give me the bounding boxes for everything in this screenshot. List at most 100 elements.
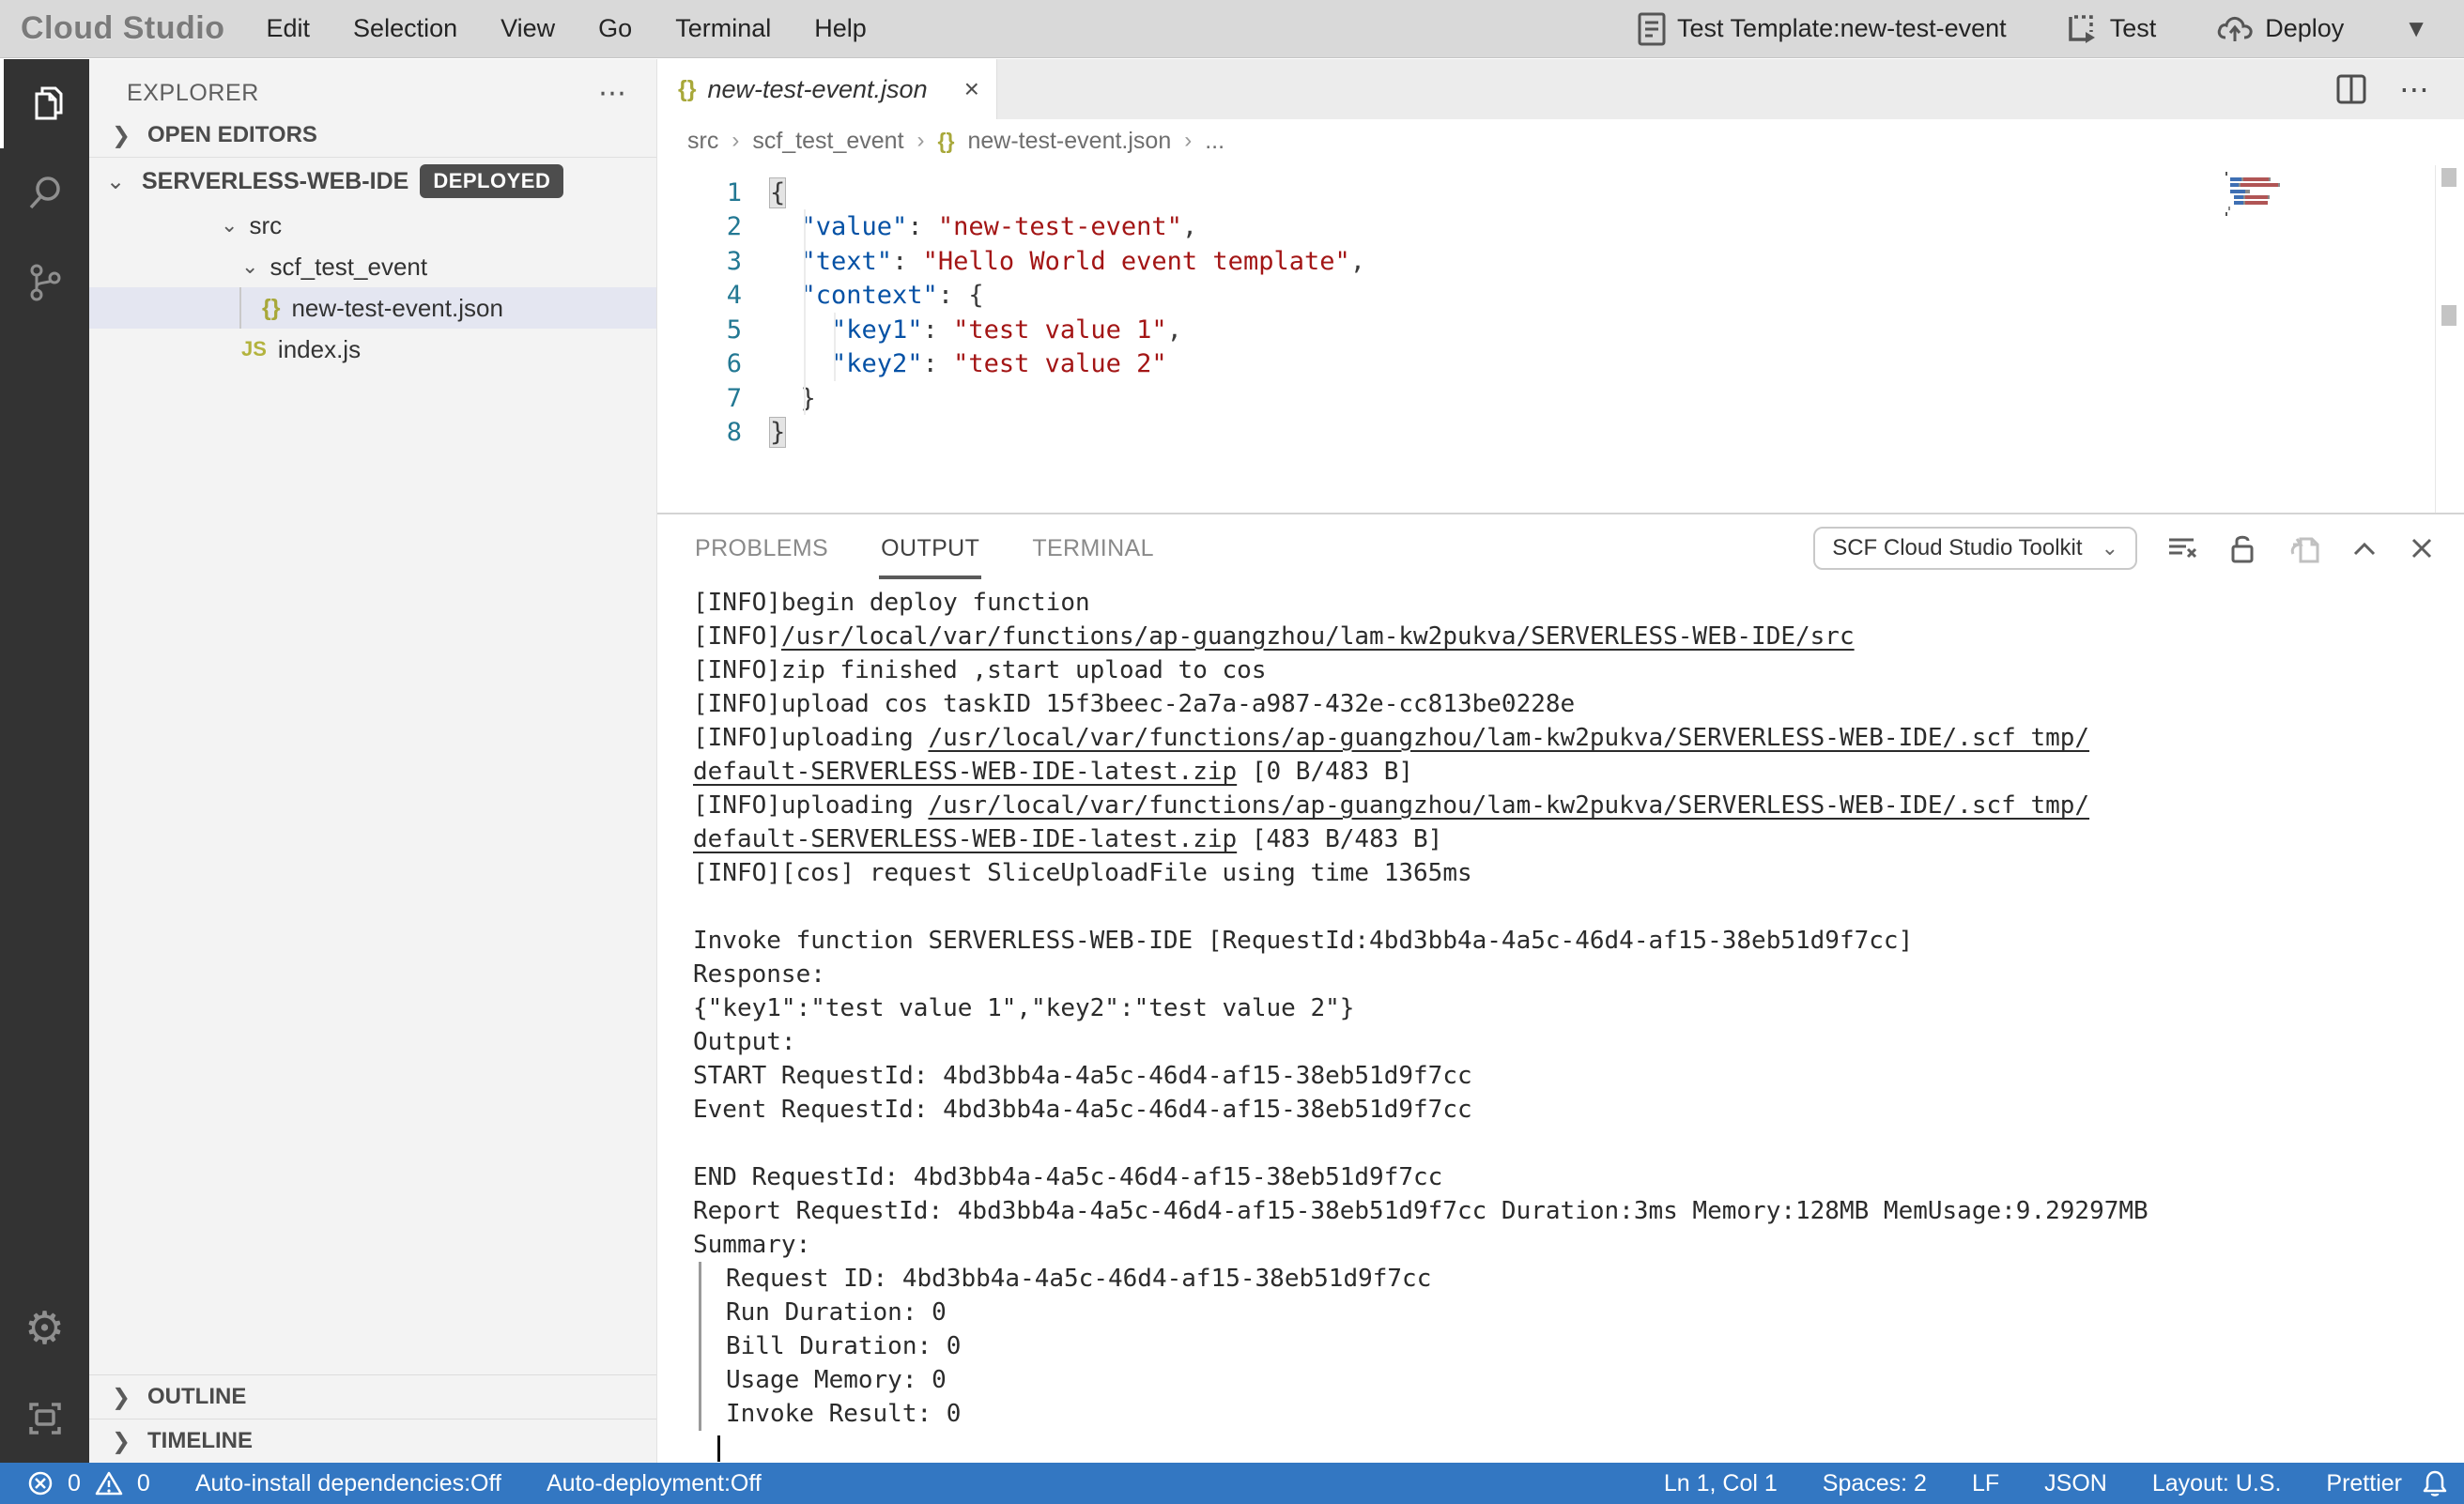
status-item[interactable]: Auto-install dependencies:Off	[195, 1470, 501, 1497]
menu-help[interactable]: Help	[814, 14, 867, 43]
bottom-panel: PROBLEMS OUTPUT TERMINAL SCF Cloud Studio …	[657, 513, 2464, 1463]
breadcrumb-separator-icon: ›	[917, 128, 925, 154]
panel-tab-terminal[interactable]: TERMINAL	[1030, 518, 1156, 579]
code-editor[interactable]: 1{2 "value": "new-test-event",3 "text": …	[657, 162, 2464, 513]
app-logo: Cloud Studio	[21, 10, 225, 47]
tree-item-label: new-test-event.json	[291, 294, 502, 323]
indent-guide	[804, 209, 806, 415]
open-in-editor-icon[interactable]	[2287, 531, 2321, 565]
breadcrumb-item[interactable]: ...	[1205, 128, 1224, 155]
activity-search-button[interactable]	[0, 148, 89, 238]
panel-tab-output[interactable]: OUTPUT	[879, 518, 981, 579]
status-item[interactable]: Spaces: 2	[1823, 1470, 1927, 1497]
status-item[interactable]: Prettier	[2326, 1470, 2402, 1497]
file-tree: ⌄src⌄scf_test_event{}new-test-event.json…	[89, 205, 656, 370]
line-number: 6	[657, 349, 742, 378]
line-number: 4	[657, 281, 742, 310]
tree-item-src[interactable]: ⌄src	[89, 205, 656, 246]
notifications-bell-icon[interactable]	[2421, 1468, 2449, 1498]
chevron-right-icon: ❯	[112, 122, 134, 149]
line-number: 7	[657, 384, 742, 413]
code-line: 5 "key1": "test value 1",	[657, 313, 2464, 347]
output-path-link[interactable]: default-SERVERLESS-WEB-IDE-latest.zip	[693, 758, 1237, 786]
output-line: Usage Memory: 0	[699, 1363, 2464, 1397]
split-editor-icon[interactable]	[2335, 73, 2367, 105]
activity-screencast-button[interactable]	[0, 1374, 89, 1463]
output-line: END RequestId: 4bd3bb4a-4a5c-46d4-af15-3…	[693, 1160, 2464, 1194]
outline-section[interactable]: ❯ OUTLINE	[89, 1374, 656, 1419]
code-line: 7 }	[657, 381, 2464, 416]
output-line: [INFO]upload cos taskID 15f3beec-2a7a-a9…	[693, 687, 2464, 721]
chevron-down-icon: ⌄	[106, 168, 131, 195]
test-button[interactable]: Test	[2067, 13, 2157, 45]
timeline-section[interactable]: ❯ TIMELINE	[89, 1419, 656, 1463]
output-line: Run Duration: 0	[699, 1296, 2464, 1329]
output-line: Bill Duration: 0	[699, 1329, 2464, 1363]
output-line: [INFO]/usr/local/var/functions/ap-guangz…	[693, 620, 2464, 653]
output-line	[693, 1431, 2464, 1463]
tree-item-scf_test_event[interactable]: ⌄scf_test_event	[89, 246, 656, 287]
test-template-selector[interactable]: Test Template:new-test-event	[1638, 12, 2007, 46]
test-button-label: Test	[2110, 14, 2157, 43]
json-file-icon: {}	[938, 129, 955, 154]
tree-item-index.js[interactable]: JSindex.js	[89, 329, 656, 370]
warning-count: 0	[137, 1470, 150, 1497]
output-line: [INFO]zip finished ,start upload to cos	[693, 653, 2464, 687]
scrollbar-thumb[interactable]	[2441, 305, 2456, 326]
output-line: Response:	[693, 958, 2464, 991]
maximize-panel-icon[interactable]	[2349, 537, 2379, 560]
open-editors-section[interactable]: ❯ OPEN EDITORS	[89, 114, 656, 158]
code-line: 4 "context": {	[657, 279, 2464, 314]
output-log[interactable]: [INFO]begin deploy function[INFO]/usr/lo…	[657, 582, 2464, 1463]
editor-area: {} new-test-event.json × ⋯ src › scf_test_…	[657, 59, 2464, 1463]
tab-new-test-event[interactable]: {} new-test-event.json ×	[657, 59, 997, 119]
menu-view[interactable]: View	[500, 14, 555, 43]
editor-more-actions-icon[interactable]: ⋯	[2399, 71, 2432, 107]
output-path-link[interactable]: /usr/local/var/functions/ap-guangzhou/la…	[781, 622, 1855, 651]
breadcrumb-item[interactable]: src	[687, 128, 718, 155]
breadcrumb-separator-icon: ›	[1184, 128, 1192, 154]
scrollbar-thumb[interactable]	[2441, 168, 2456, 187]
activity-explorer-button[interactable]	[0, 59, 89, 148]
menu-terminal[interactable]: Terminal	[675, 14, 771, 43]
unlock-icon[interactable]	[2227, 531, 2259, 565]
menu-edit[interactable]: Edit	[267, 14, 311, 43]
deploy-button[interactable]: Deploy	[2216, 13, 2344, 45]
status-item[interactable]: JSON	[2044, 1470, 2107, 1497]
activity-settings-button[interactable]: ⚙	[0, 1284, 89, 1374]
problems-indicator[interactable]: 0 0	[26, 1469, 150, 1497]
output-path-link[interactable]: /usr/local/var/functions/ap-guangzhou/la…	[928, 724, 2089, 752]
explorer-more-actions-icon[interactable]: ⋯	[598, 77, 628, 110]
output-path-link[interactable]: default-SERVERLESS-WEB-IDE-latest.zip	[693, 825, 1237, 853]
menu-bar: Edit Selection View Go Terminal Help	[267, 14, 867, 43]
open-editors-label: OPEN EDITORS	[147, 122, 317, 148]
status-item[interactable]: Layout: U.S.	[2152, 1470, 2282, 1497]
menu-selection[interactable]: Selection	[353, 14, 457, 43]
panel-tab-problems[interactable]: PROBLEMS	[693, 518, 830, 579]
tab-title: new-test-event.json	[707, 75, 927, 104]
output-line: Invoke Result: 0	[699, 1397, 2464, 1431]
output-channel-select[interactable]: SCF Cloud Studio Toolkit ⌄	[1813, 527, 2137, 570]
tree-item-new-test-event.json[interactable]: {}new-test-event.json	[89, 287, 656, 329]
breadcrumb-item[interactable]: new-test-event.json	[967, 128, 1171, 155]
status-item[interactable]: LF	[1972, 1470, 1999, 1497]
tree-item-label: index.js	[278, 335, 361, 364]
close-panel-icon[interactable]	[2408, 534, 2436, 562]
breadcrumb-item[interactable]: scf_test_event	[752, 128, 903, 155]
error-count: 0	[68, 1470, 81, 1497]
activity-source-control-button[interactable]	[0, 238, 89, 327]
tab-close-icon[interactable]: ×	[964, 74, 979, 104]
clear-output-icon[interactable]	[2165, 532, 2199, 564]
output-path-link[interactable]: /usr/local/var/functions/ap-guangzhou/la…	[928, 791, 2089, 820]
output-line: {"key1":"test value 1","key2":"test valu…	[693, 991, 2464, 1025]
project-section[interactable]: ⌄ SERVERLESS-WEB-IDE DEPLOYED	[89, 158, 656, 205]
menu-go[interactable]: Go	[598, 14, 632, 43]
search-icon	[23, 172, 67, 215]
minimap[interactable]	[2225, 172, 2280, 219]
code-line: 2 "value": "new-test-event",	[657, 210, 2464, 245]
status-item[interactable]: Ln 1, Col 1	[1664, 1470, 1778, 1497]
status-item[interactable]: Auto-deployment:Off	[547, 1470, 762, 1497]
code-line: 1{	[657, 176, 2464, 210]
more-actions-caret-icon[interactable]: ▼	[2404, 14, 2428, 43]
tree-item-label: src	[249, 211, 282, 240]
